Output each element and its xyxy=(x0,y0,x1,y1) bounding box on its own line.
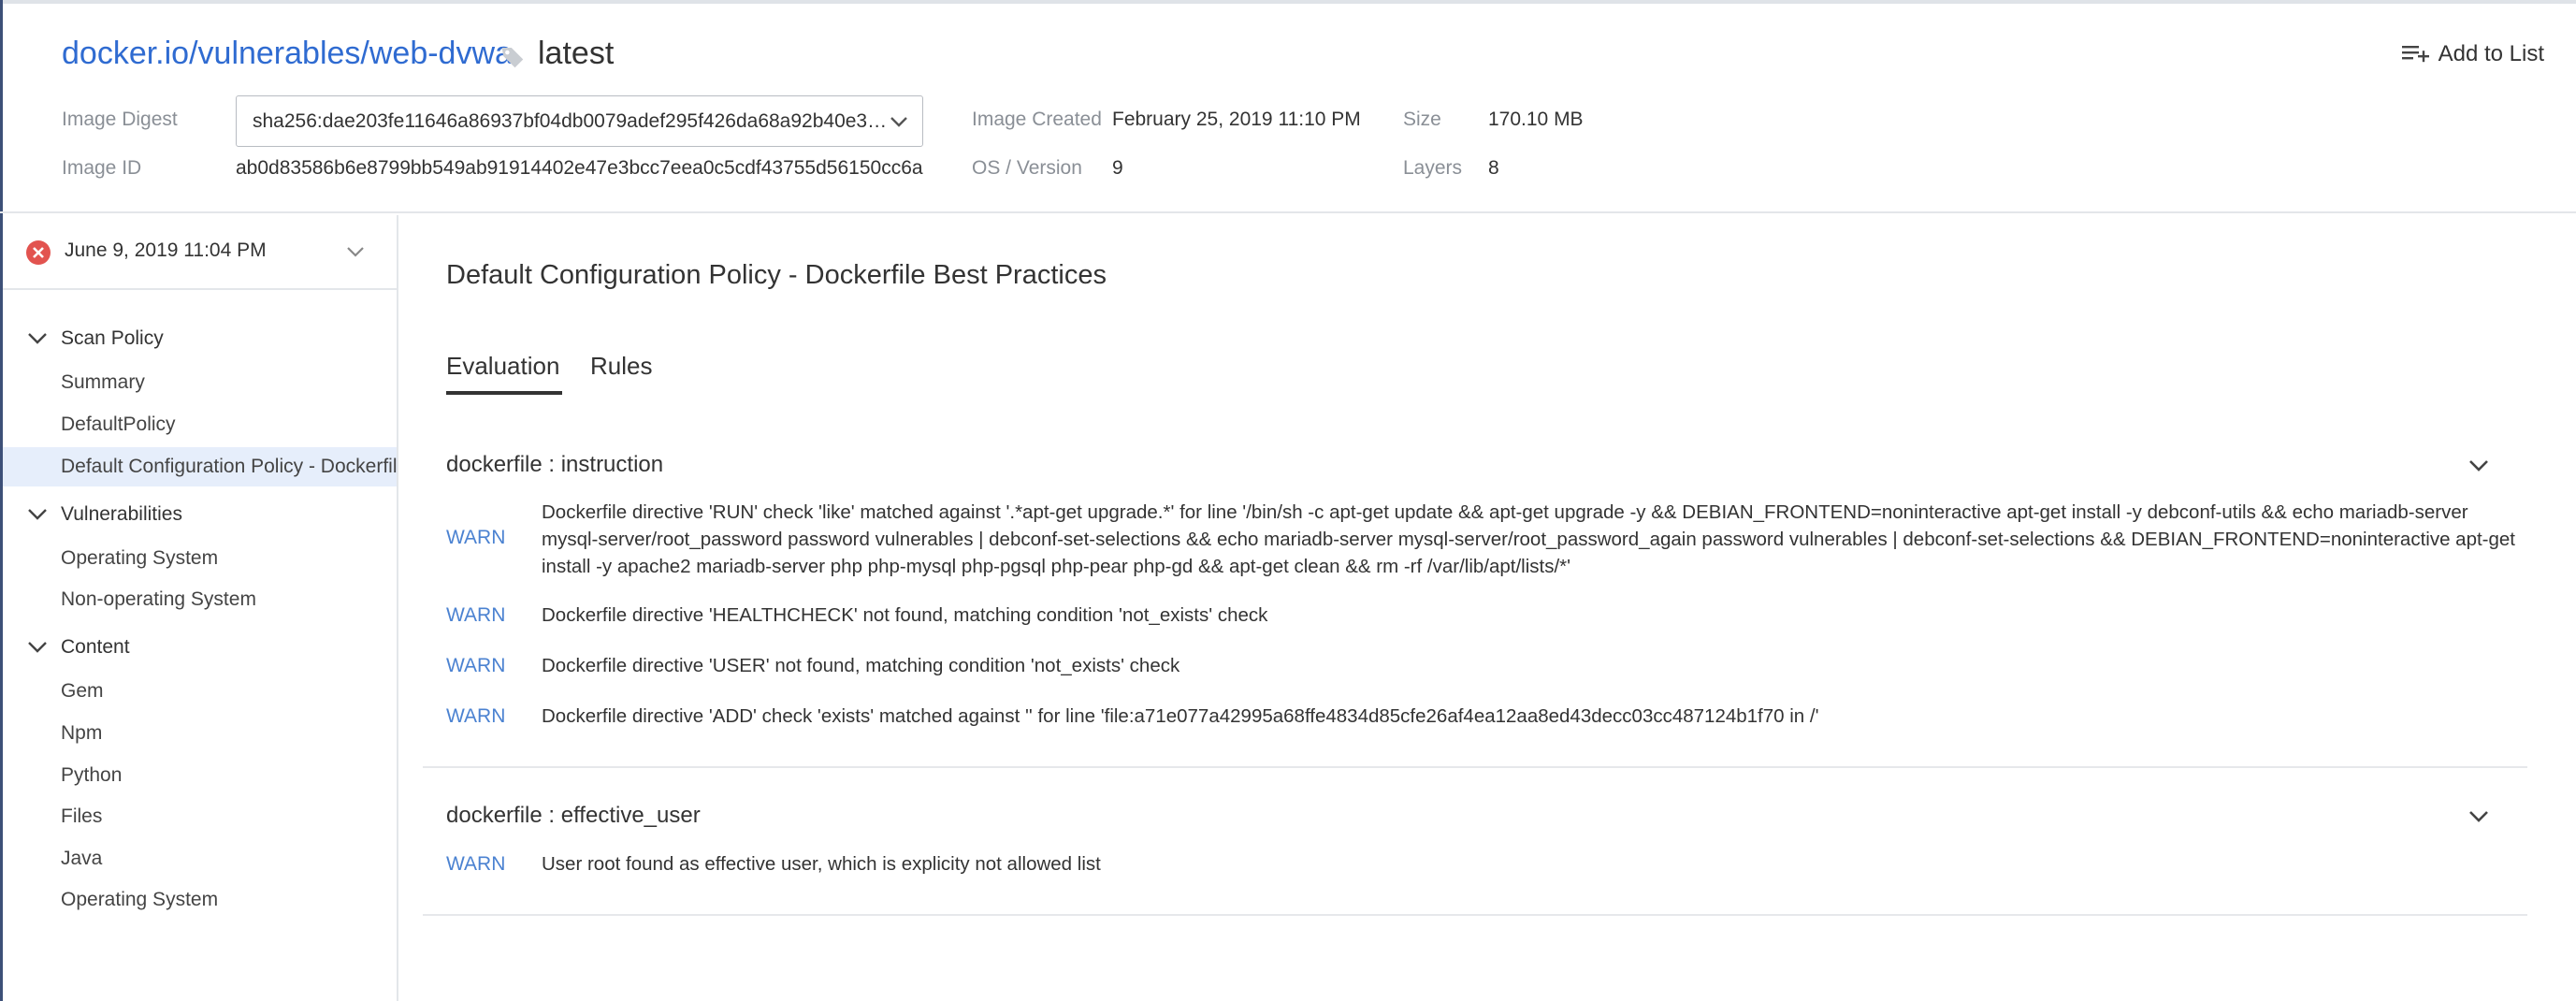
warn-label[interactable]: WARN xyxy=(446,527,505,549)
image-digest-select[interactable]: sha256:dae203fe11646a86937bf04db0079adef… xyxy=(236,95,923,147)
error-circle-icon xyxy=(26,240,51,265)
scan-date-select[interactable]: June 9, 2019 11:04 PM xyxy=(3,215,397,290)
nav-group-scan-policy[interactable]: Scan Policy xyxy=(3,320,397,357)
warn-label[interactable]: WARN xyxy=(446,853,505,876)
nav-item-label: DefaultPolicy xyxy=(61,413,176,435)
warn-message: Dockerfile directive 'USER' not found, m… xyxy=(542,655,1180,676)
nav-item-npm[interactable]: Npm xyxy=(3,714,397,753)
warn-message: User root found as effective user, which… xyxy=(542,853,1101,875)
chevron-down-icon xyxy=(28,642,47,653)
image-digest-value: sha256:dae203fe11646a86937bf04db0079adef… xyxy=(253,109,889,132)
nav-item-label: Npm xyxy=(61,722,103,744)
nav-group-label: Scan Policy xyxy=(61,327,164,349)
nav-item-content-operating-system[interactable]: Operating System xyxy=(3,880,397,920)
chevron-down-icon[interactable] xyxy=(2467,808,2490,825)
tag-icon xyxy=(501,48,524,68)
nav-item-label: Operating System xyxy=(61,889,219,910)
chevron-down-icon[interactable] xyxy=(2467,457,2490,474)
add-to-list-label: Add to List xyxy=(2438,41,2544,66)
warn-label[interactable]: WARN xyxy=(446,705,505,728)
playlist-add-icon xyxy=(2401,46,2429,63)
os-version-label: OS / Version xyxy=(972,157,1082,179)
repository-link[interactable]: docker.io/vulnerables/web-dvwa xyxy=(62,36,513,72)
warn-message: Dockerfile directive 'RUN' check 'like' … xyxy=(542,501,2515,577)
nav-item-label: Non-operating System xyxy=(61,588,256,610)
nav-item-label: Default Configuration Policy - Dockerfil… xyxy=(61,456,397,477)
chevron-down-icon xyxy=(28,509,47,520)
warn-message: Dockerfile directive 'HEALTHCHECK' not f… xyxy=(542,604,1268,626)
warn-message: Dockerfile directive 'ADD' check 'exists… xyxy=(542,705,1819,727)
active-tab-indicator xyxy=(446,391,562,395)
section-divider xyxy=(423,766,2527,768)
nav-group-label: Content xyxy=(61,636,130,658)
size-value: 170.10 MB xyxy=(1488,109,1584,130)
nav-item-label: Python xyxy=(61,764,123,786)
chevron-down-icon xyxy=(890,117,907,127)
nav-item-label: Summary xyxy=(61,371,145,393)
nav-item-files[interactable]: Files xyxy=(3,797,397,836)
sidebar: June 9, 2019 11:04 PM Scan Policy Summar… xyxy=(3,215,398,1001)
nav-item-java[interactable]: Java xyxy=(3,839,397,878)
image-created-label: Image Created xyxy=(972,109,1102,130)
size-label: Size xyxy=(1403,109,1441,130)
layers-label: Layers xyxy=(1403,157,1463,179)
nav-group-vulnerabilities[interactable]: Vulnerabilities xyxy=(3,496,397,533)
nav-group-label: Vulnerabilities xyxy=(61,503,182,525)
nav-item-gem[interactable]: Gem xyxy=(3,672,397,711)
nav-item-defaultpolicy[interactable]: DefaultPolicy xyxy=(3,405,397,444)
chevron-down-icon xyxy=(347,247,364,257)
image-digest-label: Image Digest xyxy=(62,109,178,130)
os-version-value: 9 xyxy=(1112,157,1123,179)
nav-group-content[interactable]: Content xyxy=(3,629,397,666)
nav-item-operating-system[interactable]: Operating System xyxy=(3,539,397,578)
warn-label[interactable]: WARN xyxy=(446,655,505,677)
nav-item-label: Files xyxy=(61,805,103,827)
section-header-effective-user: dockerfile : effective_user xyxy=(446,803,701,828)
section-divider xyxy=(423,914,2527,916)
image-created-value: February 25, 2019 11:10 PM xyxy=(1112,109,1361,130)
nav-item-non-operating-system[interactable]: Non-operating System xyxy=(3,580,397,619)
image-id-value: ab0d83586b6e8799bb549ab91914402e47e3bcc7… xyxy=(236,157,923,179)
tab-rules[interactable]: Rules xyxy=(590,352,652,381)
section-header-instruction: dockerfile : instruction xyxy=(446,452,664,477)
warn-label[interactable]: WARN xyxy=(446,604,505,627)
layers-value: 8 xyxy=(1488,157,1499,179)
image-id-label: Image ID xyxy=(62,157,142,179)
nav-item-label: Gem xyxy=(61,680,104,702)
add-to-list-button[interactable]: Add to List xyxy=(2401,41,2544,67)
image-header: docker.io/vulnerables/web-dvwa latest Ad… xyxy=(0,4,2576,213)
nav-item-summary[interactable]: Summary xyxy=(3,363,397,402)
nav-item-label: Java xyxy=(61,848,103,869)
image-tag: latest xyxy=(538,36,615,71)
scan-date-label: June 9, 2019 11:04 PM xyxy=(65,239,267,261)
tab-evaluation[interactable]: Evaluation xyxy=(446,352,559,381)
chevron-down-icon xyxy=(28,333,47,344)
nav-item-python[interactable]: Python xyxy=(3,756,397,795)
nav-item-label: Operating System xyxy=(61,547,219,569)
nav-item-default-configuration-policy[interactable]: Default Configuration Policy - Dockerfil… xyxy=(3,447,397,486)
page-title: Default Configuration Policy - Dockerfil… xyxy=(446,260,1107,290)
